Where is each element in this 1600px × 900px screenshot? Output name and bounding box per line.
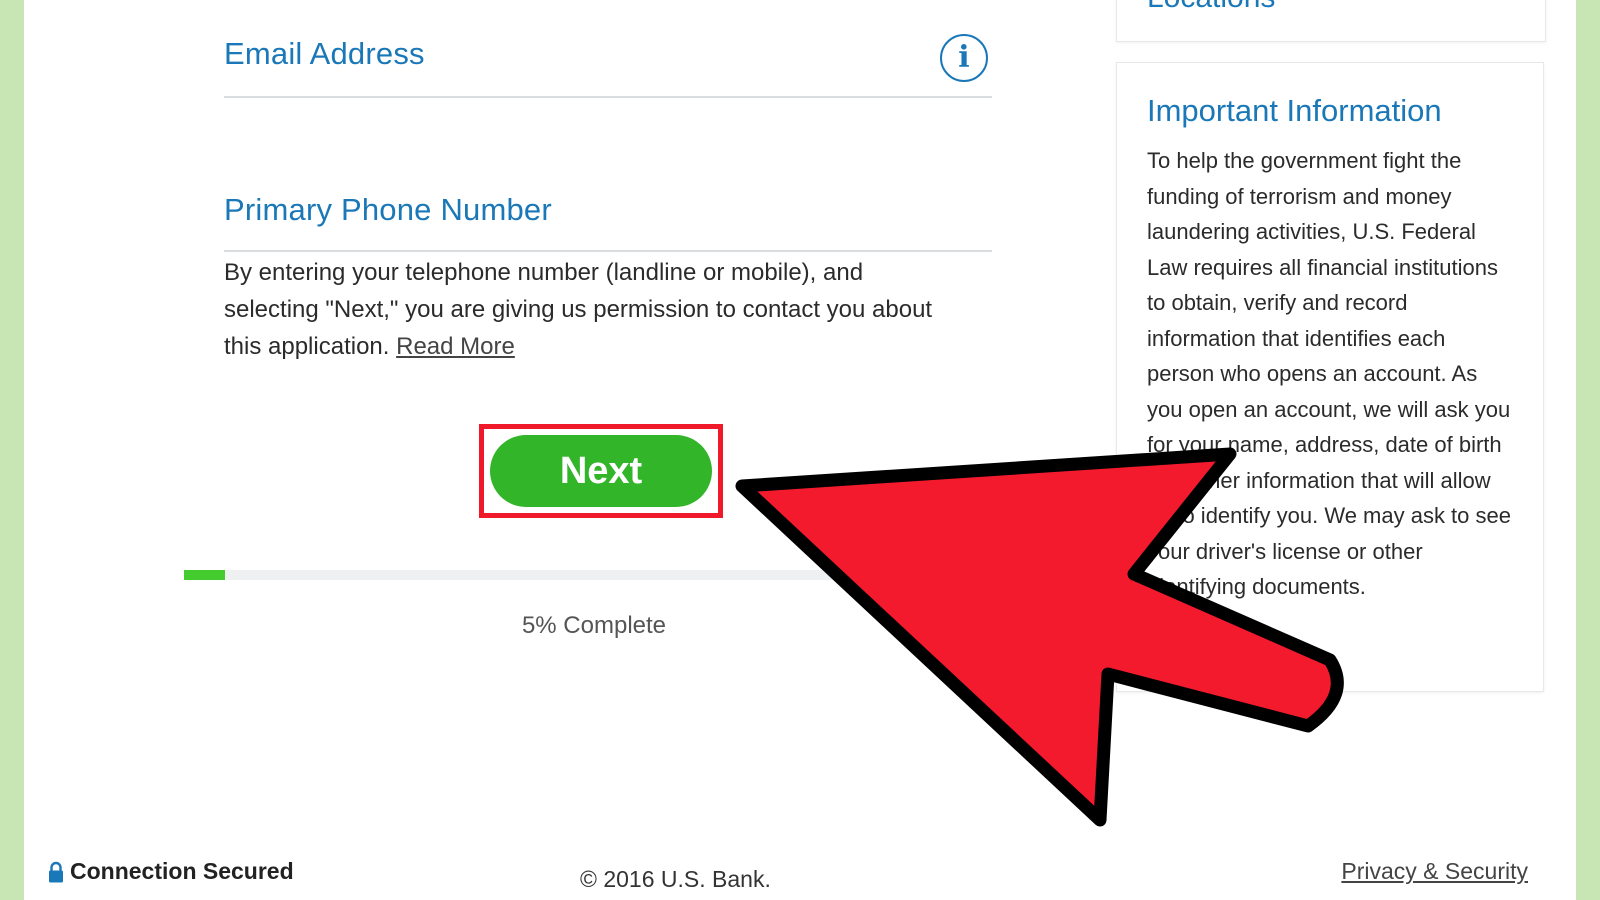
info-title: Important Information — [1147, 93, 1442, 128]
locations-title[interactable]: Locations — [1147, 0, 1275, 15]
privacy-security-link[interactable]: Privacy & Security — [1341, 858, 1528, 885]
progress-fill — [184, 570, 225, 580]
info-icon[interactable]: i — [940, 34, 988, 82]
phone-field[interactable]: Primary Phone Number — [224, 186, 992, 252]
consent-statement: By entering your telephone number (landl… — [224, 259, 933, 360]
application-page: Email Address i Primary Phone Number By … — [24, 0, 1576, 900]
connection-secured-text: Connection Secured — [70, 858, 294, 884]
phone-label: Primary Phone Number — [224, 192, 552, 227]
email-label: Email Address — [224, 36, 425, 71]
phone-consent-text: By entering your telephone number (landl… — [224, 254, 964, 365]
locations-card: Locations — [1116, 0, 1546, 42]
next-button[interactable]: Next — [490, 435, 712, 507]
lock-icon — [49, 861, 63, 882]
important-information-card: Important Information To help the govern… — [1116, 62, 1544, 692]
info-body: To help the government fight the funding… — [1147, 148, 1511, 599]
next-button-highlight: Next — [479, 424, 723, 518]
email-field[interactable]: Email Address i — [224, 30, 992, 98]
progress-text: 5% Complete — [521, 612, 667, 639]
read-more-link[interactable]: Read More — [396, 333, 515, 360]
copyright-text: © 2016 U.S. Bank. — [580, 866, 771, 892]
progress-bar — [184, 570, 1004, 580]
connection-secured: Connection Secured — [48, 858, 294, 885]
